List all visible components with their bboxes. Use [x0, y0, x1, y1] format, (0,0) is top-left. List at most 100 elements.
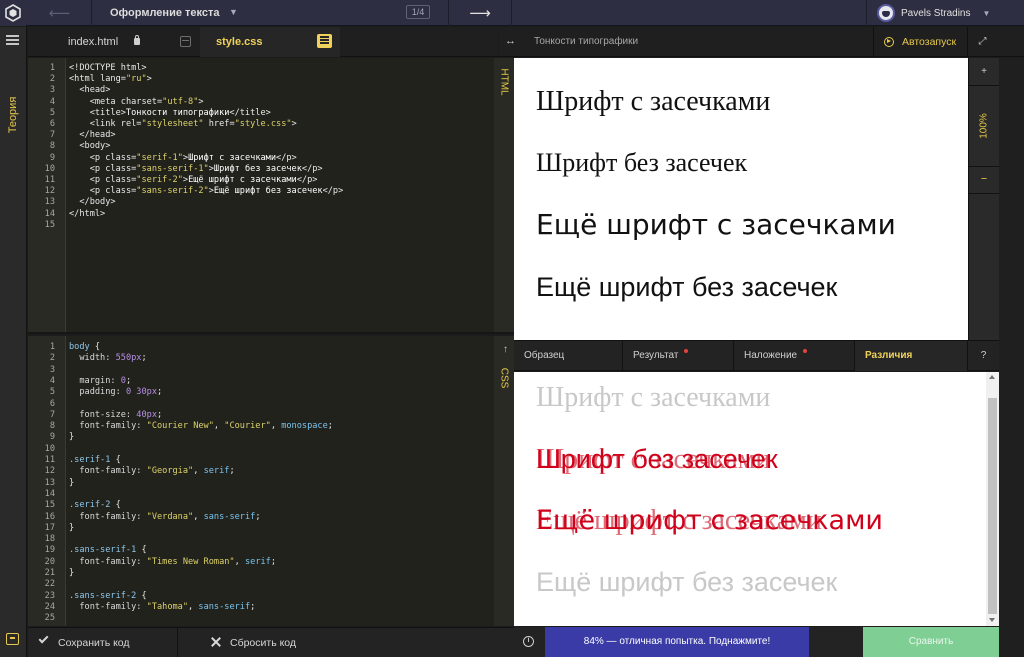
- code-line: font-family: "Georgia", serif;: [79, 466, 235, 477]
- line-number: 11: [44, 175, 55, 185]
- diff-line-4: Ещё шрифт без засечек: [536, 567, 838, 597]
- arrow-up-icon[interactable]: ↑: [503, 344, 508, 355]
- code-line: <p class="serif-1">Шрифт с засечками</p>: [89, 152, 297, 163]
- tab-sample[interactable]: Образец: [514, 341, 623, 371]
- html-lang-label: HTML: [498, 68, 510, 96]
- tab-diff[interactable]: Различия: [855, 341, 968, 371]
- line-number: 19: [44, 545, 55, 556]
- code-line: .sans-serif-2 {: [69, 590, 147, 601]
- line-number: 3: [49, 85, 55, 96]
- code-line: body {: [69, 342, 101, 352]
- line-number: 13: [44, 477, 55, 488]
- zoom-in-button[interactable]: +: [969, 58, 999, 86]
- code-line: }: [69, 477, 75, 488]
- line-number: 25: [44, 613, 55, 624]
- line-number: 20: [44, 556, 55, 567]
- line-number: 22: [44, 579, 55, 590]
- zoom-out-button[interactable]: −: [969, 166, 999, 194]
- preview-serif-2: Ещё шрифт с засечками: [536, 208, 896, 241]
- code-line: padding: 0 30px;: [79, 387, 163, 398]
- tab-index-html[interactable]: index.html: [68, 27, 118, 57]
- reset-code-button[interactable]: Сбросить код: [179, 628, 329, 657]
- css-editor[interactable]: 1 2 3 4 5 6 7 8 9 10 11 12 13 14 15 16 17 18 19 20 21 22 23 24 2…: [28, 336, 514, 626]
- line-number: 15: [44, 219, 55, 230]
- preview-header: ↔ Тонкости типографики Автозапуск ⤢: [499, 27, 1024, 57]
- code-line: .serif-1 {: [69, 455, 121, 465]
- line-number: 14: [44, 488, 55, 499]
- preview-title: Тонкости типографики: [534, 36, 639, 47]
- resize-icon[interactable]: ↔: [505, 35, 516, 47]
- page-counter: 1/4: [406, 5, 430, 19]
- line-number: 3: [49, 364, 55, 375]
- save-code-label: Сохранить код: [58, 637, 130, 649]
- diff-view: Шрифт с засечками Шрифт с засечками Шриф…: [514, 372, 986, 626]
- diff-line-2-actual: Шрифт без засечек: [536, 444, 778, 474]
- code-line: }: [69, 522, 75, 533]
- expand-icon[interactable]: ⤢: [967, 27, 997, 57]
- zoom-controls: + 100% −: [968, 58, 999, 340]
- line-number: 13: [44, 197, 55, 208]
- menu-icon[interactable]: [6, 35, 19, 46]
- code-line: <link rel="stylesheet" href="style.css">: [89, 119, 297, 129]
- next-arrow-icon[interactable]: ⟶: [448, 0, 512, 26]
- code-line: width: 550px;: [79, 353, 147, 364]
- diff-scrollbar[interactable]: [986, 372, 999, 626]
- right-edge: [999, 58, 1024, 657]
- code-line: <p class="sans-serif-2">Ещё шрифт без за…: [89, 186, 344, 197]
- code-line: <p class="serif-2">Ещё шрифт с засечками…: [89, 175, 318, 185]
- code-area[interactable]: body { width: 550px; margin: 0; padding:…: [66, 336, 494, 626]
- theory-tab[interactable]: Теория: [0, 85, 26, 145]
- line-number: 10: [44, 163, 55, 174]
- scroll-down-icon[interactable]: [989, 618, 995, 622]
- autostart-button[interactable]: Автозапуск: [873, 27, 967, 57]
- code-line: margin: 0;: [79, 375, 132, 386]
- line-number: 15: [44, 500, 55, 511]
- code-line: <html lang="ru">: [69, 74, 152, 85]
- line-number: 10: [44, 443, 55, 454]
- code-line: font-family: "Courier New", "Courier", m…: [79, 421, 333, 432]
- help-button[interactable]: ?: [968, 341, 999, 371]
- tab-style-css[interactable]: style.css: [216, 27, 262, 57]
- chat-icon[interactable]: [6, 633, 19, 645]
- tab-result[interactable]: Результат: [623, 341, 734, 371]
- code-line: font-family: "Times New Roman", serif;: [79, 556, 277, 567]
- scroll-up-icon[interactable]: [989, 375, 995, 379]
- code-line: }: [69, 568, 75, 578]
- line-number: 14: [44, 208, 55, 219]
- info-icon[interactable]: i: [523, 636, 534, 647]
- code-line: </head>: [79, 130, 116, 141]
- tab-overlay[interactable]: Наложение: [734, 341, 855, 371]
- user-menu[interactable]: Pavels Stradins ▼: [866, 0, 1024, 26]
- chevron-down-icon[interactable]: ▼: [229, 0, 238, 26]
- panel-toggle-icon[interactable]: [180, 36, 191, 47]
- code-line: <meta charset="utf-8">: [89, 96, 204, 107]
- line-number: 6: [49, 119, 55, 129]
- zoom-level: 100%: [978, 113, 990, 139]
- play-icon: [884, 37, 894, 47]
- avatar: [877, 4, 895, 22]
- preview-serif-1: Шрифт с засечками: [536, 86, 771, 117]
- html-editor[interactable]: 1 2 3 4 5 6 7 8 9 10 11 12 13 14 15 <!DOCTYPE html> <h…: [28, 58, 514, 334]
- topic-title[interactable]: Оформление текста: [110, 0, 220, 26]
- code-line: font-family: "Tahoma", sans-serif;: [79, 601, 256, 612]
- code-line: }: [69, 432, 75, 443]
- line-number: 17: [44, 522, 55, 533]
- save-code-button[interactable]: Сохранить код: [28, 628, 178, 657]
- compare-button[interactable]: Сравнить: [863, 627, 999, 657]
- logo-icon[interactable]: [0, 0, 26, 26]
- line-number: 1: [49, 342, 55, 352]
- compare-tabs: Образец Результат Наложение Различия ?: [514, 340, 999, 371]
- line-number: 2: [49, 353, 55, 364]
- code-line: .serif-2 {: [69, 500, 121, 511]
- back-arrow-icon[interactable]: ⟵: [28, 0, 92, 26]
- score-status: 84% — отличная попытка. Поднажмите!: [545, 627, 809, 657]
- editor-action-bar: Сохранить код Сбросить код: [28, 627, 514, 657]
- preview-sans-serif-1: Шрифт без засечек: [536, 148, 748, 177]
- panel-toggle-icon[interactable]: [317, 34, 332, 48]
- code-area[interactable]: <!DOCTYPE html> <html lang="ru"> <head> …: [66, 58, 494, 332]
- code-line: .sans-serif-1 {: [69, 545, 147, 556]
- code-line: <title>Тонкости типографики</title>: [89, 107, 271, 118]
- theory-label: Теория: [7, 96, 19, 134]
- code-line: <!DOCTYPE html>: [69, 63, 147, 73]
- scroll-thumb[interactable]: [988, 398, 997, 614]
